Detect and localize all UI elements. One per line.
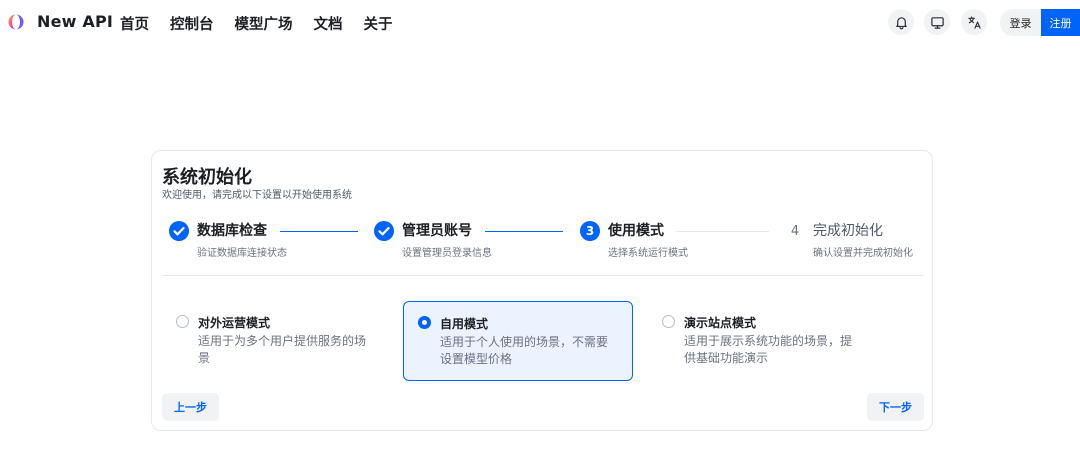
step-description: 设置管理员登录信息 <box>402 248 492 259</box>
step-database-check: 数据库检查 验证数据库连接状态 <box>169 221 287 259</box>
option-description: 适用于为多个用户提供服务的场景 <box>198 334 367 365</box>
nav-docs[interactable]: 文档 <box>314 13 343 34</box>
option-title: 演示站点模式 <box>684 316 757 330</box>
step-title: 完成初始化 <box>813 223 883 239</box>
step-description: 确认设置并完成初始化 <box>813 248 913 259</box>
step-connector <box>485 231 563 232</box>
step-number: 3 <box>580 221 600 241</box>
login-button[interactable]: 登录 <box>1000 9 1041 36</box>
radio-button[interactable] <box>176 315 189 328</box>
step-complete-check-icon <box>374 221 394 241</box>
option-demo-site[interactable]: 演示站点模式 适用于展示系统功能的场景，提供基础功能演示 <box>648 301 878 381</box>
language-button[interactable] <box>961 9 987 35</box>
step-description: 验证数据库连接状态 <box>197 248 287 259</box>
radio-button-checked[interactable] <box>418 316 431 329</box>
brand-name[interactable]: New API <box>37 12 113 31</box>
option-title: 自用模式 <box>440 317 489 331</box>
nav-home[interactable]: 首页 <box>120 13 149 34</box>
main-nav: 首页 控制台 模型广场 文档 关于 <box>120 13 414 34</box>
step-usage-mode: 3 使用模式 选择系统运行模式 <box>580 221 688 259</box>
monitor-icon <box>930 16 944 29</box>
radio-button[interactable] <box>662 315 675 328</box>
next-step-button[interactable]: 下一步 <box>867 393 924 421</box>
step-description: 选择系统运行模式 <box>608 248 688 259</box>
option-description: 适用于个人使用的场景，不需要设置模型价格 <box>440 335 609 366</box>
setup-wizard-card: 系统初始化 欢迎使用，请完成以下设置以开始使用系统 数据库检查 验证数据库连接状… <box>151 150 933 431</box>
notification-button[interactable] <box>888 9 914 35</box>
theme-display-button[interactable] <box>924 9 950 35</box>
nav-model-market[interactable]: 模型广场 <box>235 13 293 34</box>
page-subtitle: 欢迎使用，请完成以下设置以开始使用系统 <box>162 190 352 201</box>
step-finish: 4 完成初始化 确认设置并完成初始化 <box>785 221 913 259</box>
step-title: 管理员账号 <box>402 223 472 239</box>
option-description: 适用于展示系统功能的场景，提供基础功能演示 <box>684 334 853 365</box>
bell-icon <box>895 16 907 29</box>
divider <box>162 275 924 276</box>
option-title: 对外运营模式 <box>198 316 271 330</box>
step-title: 数据库检查 <box>197 223 267 239</box>
step-number: 4 <box>790 223 800 239</box>
new-api-logo-icon[interactable] <box>7 13 25 31</box>
option-external-operation[interactable]: 对外运营模式 适用于为多个用户提供服务的场景 <box>162 301 392 381</box>
previous-step-button[interactable]: 上一步 <box>162 393 219 421</box>
step-connector <box>280 231 358 232</box>
option-self-use[interactable]: 自用模式 适用于个人使用的场景，不需要设置模型价格 <box>403 301 633 381</box>
top-navigation-bar: New API 首页 控制台 模型广场 文档 关于 登录 注册 <box>0 0 1080 46</box>
register-button[interactable]: 注册 <box>1041 9 1080 36</box>
step-complete-check-icon <box>169 221 189 241</box>
translate-icon <box>967 15 981 29</box>
nav-console[interactable]: 控制台 <box>170 13 214 34</box>
step-admin-account: 管理员账号 设置管理员登录信息 <box>374 221 492 259</box>
step-connector <box>676 231 769 232</box>
nav-about[interactable]: 关于 <box>364 13 393 34</box>
